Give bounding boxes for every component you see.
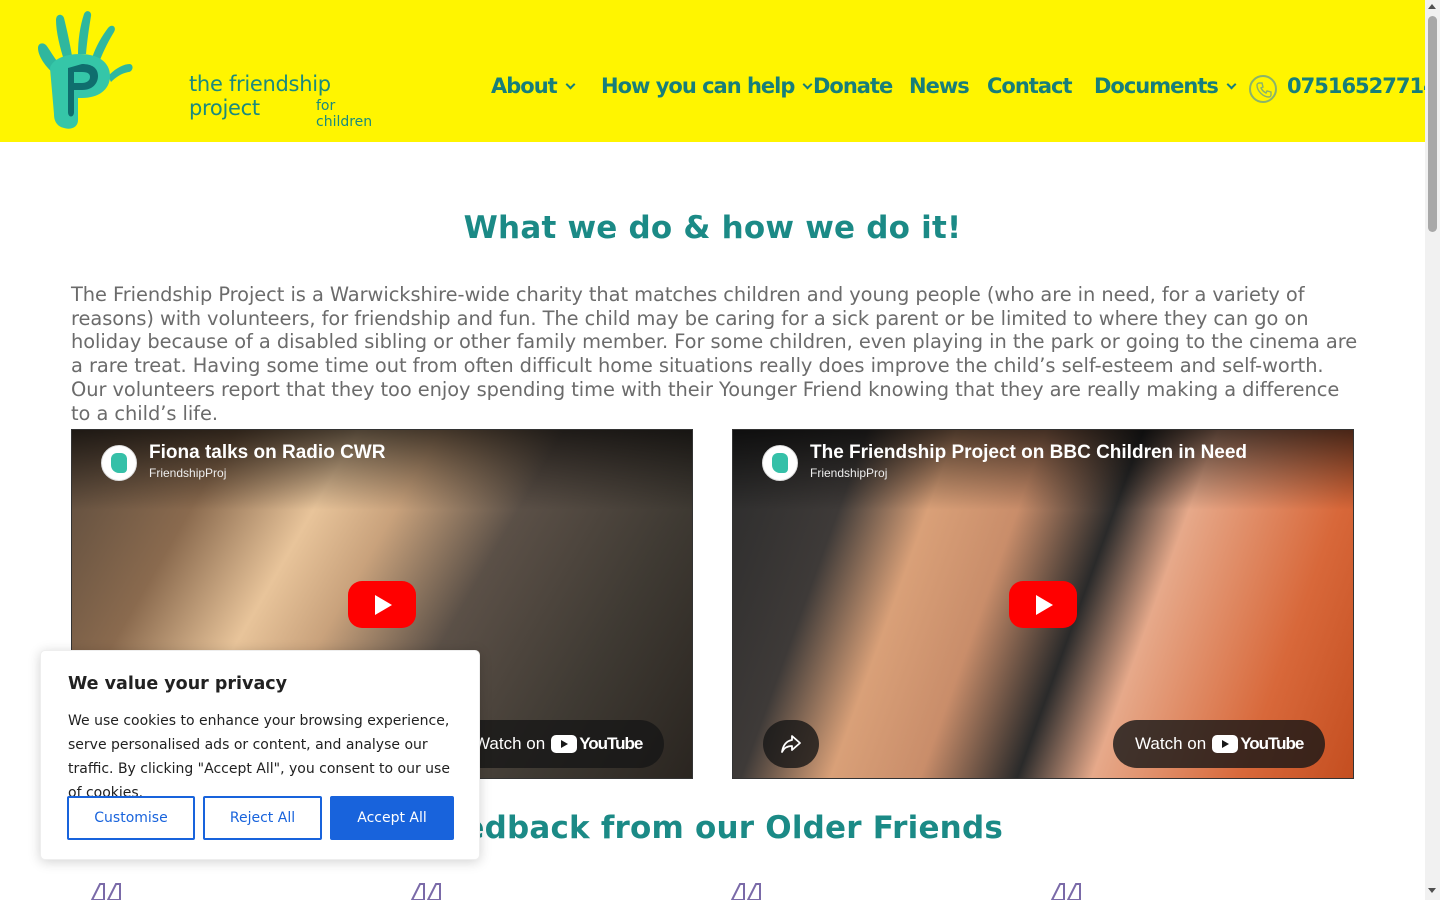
nav-about[interactable]: About xyxy=(491,74,576,98)
hand-logo-icon xyxy=(38,11,133,129)
nav-documents[interactable]: Documents xyxy=(1094,74,1237,98)
cookie-consent-banner: We value your privacy We use cookies to … xyxy=(40,650,480,860)
scrollbar-thumb[interactable] xyxy=(1428,16,1437,232)
chevron-down-icon xyxy=(565,79,576,89)
video-title[interactable]: Fiona talks on Radio CWR xyxy=(149,442,385,464)
nav-how-you-can-help[interactable]: How you can help xyxy=(601,74,813,98)
nav-donate-label: Donate xyxy=(813,74,893,98)
cookie-title: We value your privacy xyxy=(68,674,288,694)
phone-number-link[interactable]: 07516527714 xyxy=(1287,74,1438,98)
intro-paragraph: The Friendship Project is a Warwickshire… xyxy=(71,283,1358,425)
youtube-brand-label: YouTube xyxy=(1240,734,1304,753)
channel-avatar-icon[interactable] xyxy=(101,445,137,481)
nav-contact[interactable]: Contact xyxy=(987,74,1072,98)
scroll-down-arrow-icon[interactable] xyxy=(1428,888,1436,893)
reject-all-button[interactable]: Reject All xyxy=(203,796,322,840)
youtube-brand-label: YouTube xyxy=(579,734,643,753)
video-channel: FriendshipProj xyxy=(810,466,888,480)
quote-icon xyxy=(1050,883,1081,900)
play-button-icon[interactable] xyxy=(348,581,416,628)
cookie-description: We use cookies to enhance your browsing … xyxy=(68,713,450,801)
watch-on-label: Watch on xyxy=(1135,734,1207,753)
video-channel: FriendshipProj xyxy=(149,466,227,480)
nav-news[interactable]: News xyxy=(909,74,970,98)
quote-icon xyxy=(730,883,761,900)
nav-about-label: About xyxy=(491,74,558,98)
chevron-down-icon xyxy=(1226,79,1237,89)
video-title[interactable]: The Friendship Project on BBC Children i… xyxy=(810,442,1247,464)
watch-on-label: Watch on xyxy=(474,734,546,753)
section-title-what-we-do: What we do & how we do it! xyxy=(463,210,962,246)
chevron-down-icon xyxy=(802,79,813,89)
logo-subtitle: for children xyxy=(316,98,373,130)
play-button-icon[interactable] xyxy=(1009,581,1077,628)
customise-button[interactable]: Customise xyxy=(67,796,195,840)
quote-icon xyxy=(410,883,441,900)
watch-on-youtube-button[interactable]: Watch on YouTube xyxy=(1113,720,1325,768)
nav-news-label: News xyxy=(909,74,970,98)
channel-avatar-icon[interactable] xyxy=(762,445,798,481)
accept-all-button[interactable]: Accept All xyxy=(330,796,454,840)
site-logo[interactable]: the friendship project for children xyxy=(34,10,379,132)
nav-donate[interactable]: Donate xyxy=(813,74,893,98)
nav-help-label: How you can help xyxy=(601,74,795,98)
share-icon xyxy=(781,735,801,753)
youtube-logo-icon xyxy=(1212,735,1239,753)
scroll-up-arrow-icon[interactable] xyxy=(1428,4,1436,9)
nav-contact-label: Contact xyxy=(987,74,1072,98)
site-header: the friendship project for children Abou… xyxy=(0,0,1438,142)
nav-documents-label: Documents xyxy=(1094,74,1219,98)
share-button[interactable] xyxy=(763,720,819,768)
watch-on-youtube-button[interactable]: Watch on YouTube xyxy=(452,720,664,768)
youtube-video-2[interactable]: The Friendship Project on BBC Children i… xyxy=(732,429,1354,779)
quote-icon xyxy=(90,883,121,900)
phone-icon xyxy=(1249,75,1277,103)
youtube-logo-icon xyxy=(551,735,578,753)
